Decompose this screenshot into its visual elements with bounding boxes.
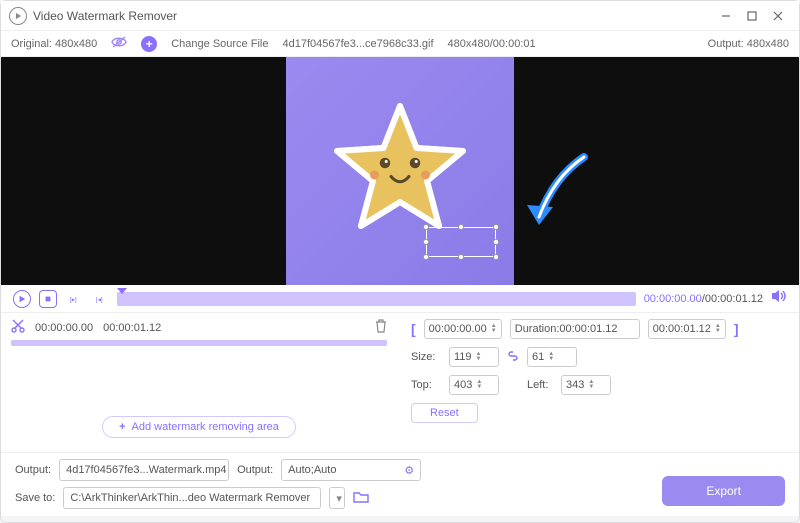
stepper-icon[interactable]: ▲▼ [491,324,497,334]
source-filename: 4d17f04567fe3...ce7968c33.gif [282,38,433,50]
save-path-dropdown[interactable]: ▾ [329,487,345,509]
titlebar: Video Watermark Remover [1,1,799,31]
resize-handle[interactable] [493,224,499,230]
gear-icon[interactable]: ⚙ [404,464,414,477]
range-start-bracket-icon[interactable]: [ [411,321,416,337]
size-label: Size: [411,351,441,363]
export-button[interactable]: Export [662,476,785,506]
range-start-input[interactable]: 00:00:00.00▲▼ [424,319,502,339]
save-to-label: Save to: [15,492,55,504]
size-row: Size: 119▲▼ 61▲▼ [411,347,785,367]
stop-button[interactable] [39,290,57,308]
video-canvas[interactable] [286,57,514,285]
add-watermark-area-button[interactable]: +Add watermark removing area [102,416,296,438]
stepper-icon[interactable]: ▲▼ [476,352,482,362]
resize-handle[interactable] [458,254,464,260]
clip-row: 00:00:00.00 00:00:01.12 [11,319,387,336]
add-source-icon[interactable]: + [141,36,157,52]
step-forward-button[interactable]: [◂] [91,290,109,308]
properties-panel: [ 00:00:00.00▲▼ Duration:00:00:01.12 00:… [397,313,799,452]
timecode-display: 00:00:00.00/00:00:01.12 [644,293,763,305]
left-label: Left: [527,379,553,391]
left-input[interactable]: 343▲▼ [561,375,611,395]
clip-end-time: 00:00:01.12 [103,322,161,334]
range-end-input[interactable]: 00:00:01.12▲▼ [648,319,726,339]
svg-text:[◂]: [◂] [96,296,103,303]
close-button[interactable] [765,6,791,26]
step-back-button[interactable]: [▸] [65,290,83,308]
source-dims-time: 480x480/00:00:01 [448,38,536,50]
resize-handle[interactable] [423,224,429,230]
timeline-scrubber[interactable] [117,292,636,306]
tutorial-arrow-icon [519,147,599,242]
preview-toggle-icon[interactable] [111,36,127,51]
footer: Output: 4d17f04567fe3...Watermark.mp4 Ou… [1,452,799,516]
output-label-2: Output: [237,464,273,476]
playback-controls: [▸] [◂] 00:00:00.00/00:00:01.12 [1,285,799,313]
minimize-button[interactable] [713,6,739,26]
play-button[interactable] [13,290,31,308]
time-range-row: [ 00:00:00.00▲▼ Duration:00:00:01.12 00:… [411,319,785,339]
output-label: Output: [15,464,51,476]
top-input[interactable]: 403▲▼ [449,375,499,395]
cut-icon[interactable] [11,319,25,336]
clip-timeline[interactable] [11,340,387,346]
width-input[interactable]: 119▲▼ [449,347,499,367]
delete-clip-icon[interactable] [375,319,387,336]
app-logo-icon [9,7,27,25]
resize-handle[interactable] [493,239,499,245]
position-row: Top: 403▲▼ Left: 343▲▼ [411,375,785,395]
current-time: 00:00:00.00 [644,293,702,305]
add-area-label: Add watermark removing area [132,421,279,433]
original-dims-label: Original: 480x480 [11,38,97,50]
range-duration-input[interactable]: Duration:00:00:01.12 [510,319,640,339]
height-input[interactable]: 61▲▼ [527,347,577,367]
resize-handle[interactable] [423,239,429,245]
svg-text:[▸]: [▸] [70,296,77,303]
change-source-button[interactable]: Change Source File [171,38,268,50]
watermark-selection-box[interactable] [426,227,496,257]
clip-start-time: 00:00:00.00 [35,322,93,334]
reset-button[interactable]: Reset [411,403,478,423]
range-end-bracket-icon[interactable]: ] [734,321,739,337]
resize-handle[interactable] [493,254,499,260]
clips-panel: 00:00:00.00 00:00:01.12 +Add watermark r… [1,313,397,452]
stepper-icon[interactable]: ▲▼ [548,352,554,362]
stepper-icon[interactable]: ▲▼ [715,324,721,334]
top-label: Top: [411,379,441,391]
stepper-icon[interactable]: ▲▼ [588,380,594,390]
total-time: 00:00:01.12 [705,293,763,305]
output-preset-select[interactable]: Auto;Auto⚙ [281,459,421,481]
editor-panels: 00:00:00.00 00:00:01.12 +Add watermark r… [1,313,799,452]
browse-folder-icon[interactable] [353,490,369,507]
volume-icon[interactable] [771,289,787,308]
maximize-button[interactable] [739,6,765,26]
video-preview[interactable] [1,57,799,285]
resize-handle[interactable] [458,224,464,230]
stepper-icon[interactable]: ▲▼ [476,380,482,390]
save-path-input[interactable]: C:\ArkThinker\ArkThin...deo Watermark Re… [63,487,321,509]
aspect-lock-icon[interactable] [507,350,519,365]
app-title: Video Watermark Remover [33,9,713,23]
info-bar: Original: 480x480 + Change Source File 4… [1,31,799,57]
output-dims-label: Output: 480x480 [708,38,789,50]
video-content-star [325,94,475,249]
resize-handle[interactable] [423,254,429,260]
output-filename-input[interactable]: 4d17f04567fe3...Watermark.mp4 [59,459,229,481]
